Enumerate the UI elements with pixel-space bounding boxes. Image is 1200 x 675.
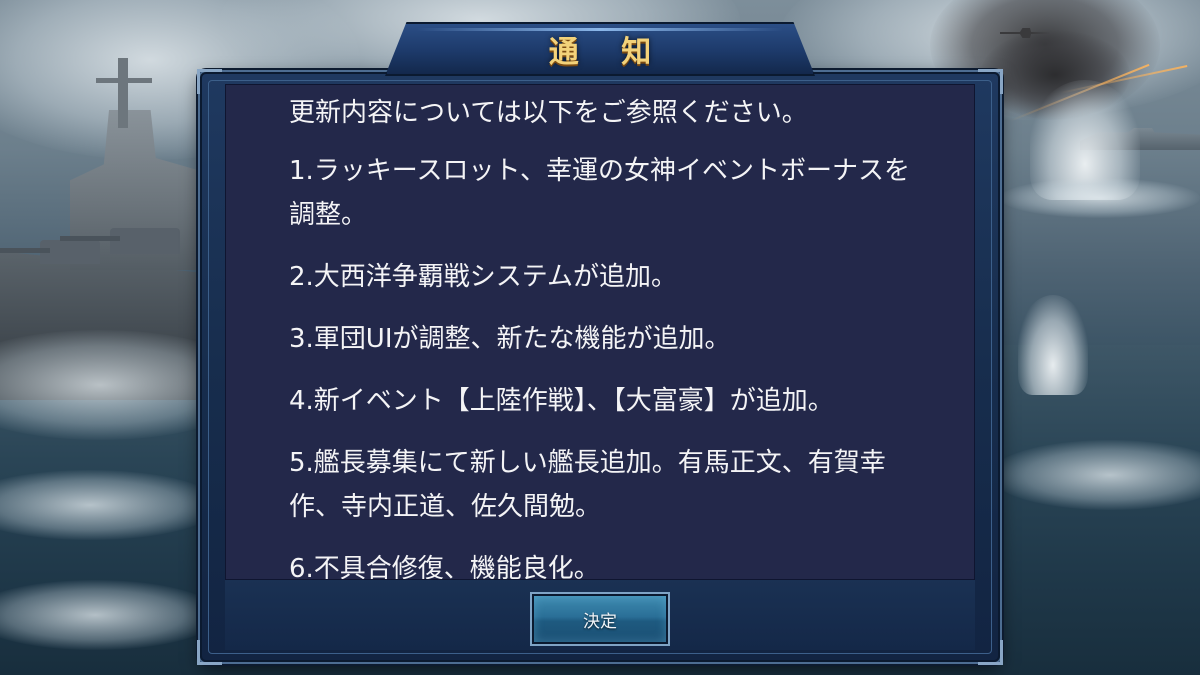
notice-item: 3.軍団UIが調整、新たな機能が追加。 bbox=[289, 324, 731, 354]
gun-barrel bbox=[0, 248, 50, 253]
confirm-button-label: 決定 bbox=[583, 611, 617, 632]
dialog-title-tab: 通 知 bbox=[385, 22, 815, 76]
battleship-mast bbox=[118, 58, 128, 128]
water-splash bbox=[1018, 295, 1088, 395]
notice-intro: 更新内容については以下をご参照ください。 bbox=[289, 98, 808, 128]
notice-item: 5.艦長募集にて新しい艦長追加。有馬正文、有賀幸作、寺内正道、佐久間勉。 bbox=[289, 448, 886, 522]
dialog-title: 通 知 bbox=[548, 35, 668, 70]
frame-corner bbox=[978, 640, 1003, 665]
gun-barrel bbox=[60, 236, 120, 241]
notice-item: 6.不具合修復、機能良化。 bbox=[289, 554, 600, 580]
notice-item: 1.ラッキースロット、幸運の女神イベントボーナスを調整。 bbox=[289, 156, 910, 230]
battleship-mast-arm bbox=[96, 78, 152, 83]
notice-item: 4.新イベント【上陸作戦】、【大富豪】が追加。 bbox=[289, 386, 834, 416]
notice-content[interactable]: 更新内容については以下をご参照ください。 1.ラッキースロット、幸運の女神イベン… bbox=[225, 84, 975, 580]
wave-foam bbox=[1000, 178, 1200, 218]
frame-corner bbox=[197, 640, 222, 665]
frame-corner bbox=[978, 69, 1003, 94]
notice-item: 2.大西洋争覇戦システムが追加。 bbox=[289, 262, 678, 292]
gun-turret bbox=[110, 228, 180, 254]
game-screen: 通 知 更新内容については以下をご参照ください。 1.ラッキースロット、幸運の女… bbox=[0, 0, 1200, 675]
frame-corner bbox=[197, 69, 222, 94]
confirm-button[interactable]: 決定 bbox=[532, 594, 668, 644]
